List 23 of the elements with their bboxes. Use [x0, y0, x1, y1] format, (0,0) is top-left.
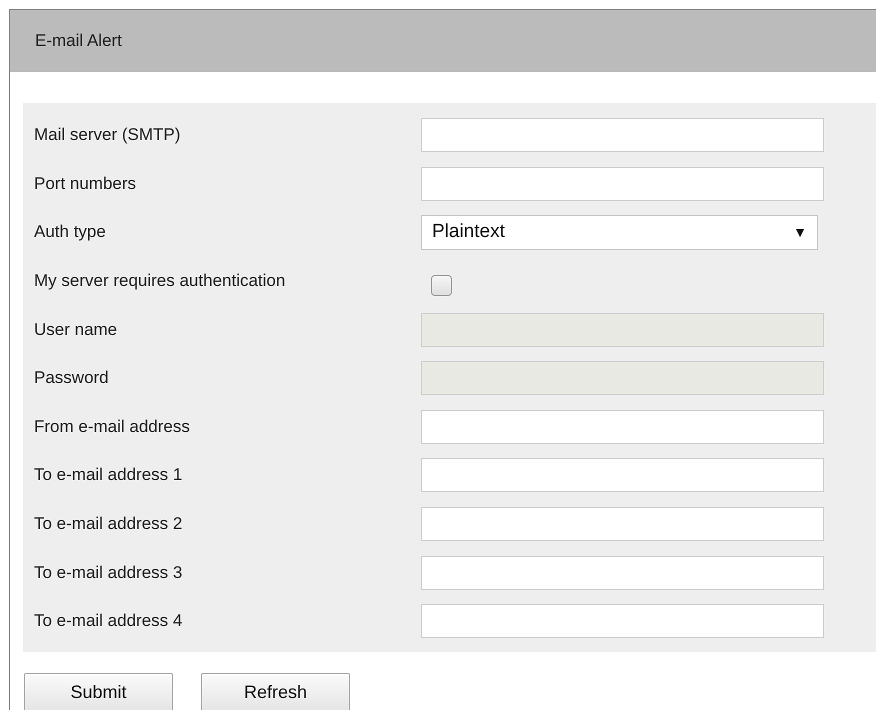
panel-title: E-mail Alert — [35, 31, 122, 51]
field-label: From e-mail address — [34, 416, 191, 437]
field-label: My server requires authentication — [34, 271, 286, 292]
field-label: To e-mail address 4 — [34, 611, 184, 632]
field-label: Password — [34, 368, 110, 388]
input-field[interactable] — [421, 556, 824, 590]
field-label: Auth type — [34, 222, 107, 242]
input-field[interactable] — [421, 604, 824, 638]
dropdown[interactable]: Plaintext ▼ — [421, 214, 818, 250]
field-label: To e-mail address 2 — [34, 514, 184, 534]
checkbox[interactable] — [431, 274, 452, 296]
input-field[interactable] — [421, 410, 824, 444]
input-field[interactable] — [421, 507, 824, 542]
input-field[interactable] — [421, 166, 824, 201]
action-button[interactable]: Submit — [24, 672, 173, 710]
action-button[interactable]: Refresh — [201, 672, 350, 710]
field-label: Port numbers — [34, 174, 138, 194]
field-label: User name — [34, 320, 118, 340]
field-label: To e-mail address 1 — [34, 465, 184, 486]
field-label: Mail server (SMTP) — [34, 125, 182, 146]
input-field[interactable] — [421, 458, 824, 492]
field-label: To e-mail address 3 — [34, 562, 184, 583]
input-field[interactable] — [421, 118, 824, 152]
